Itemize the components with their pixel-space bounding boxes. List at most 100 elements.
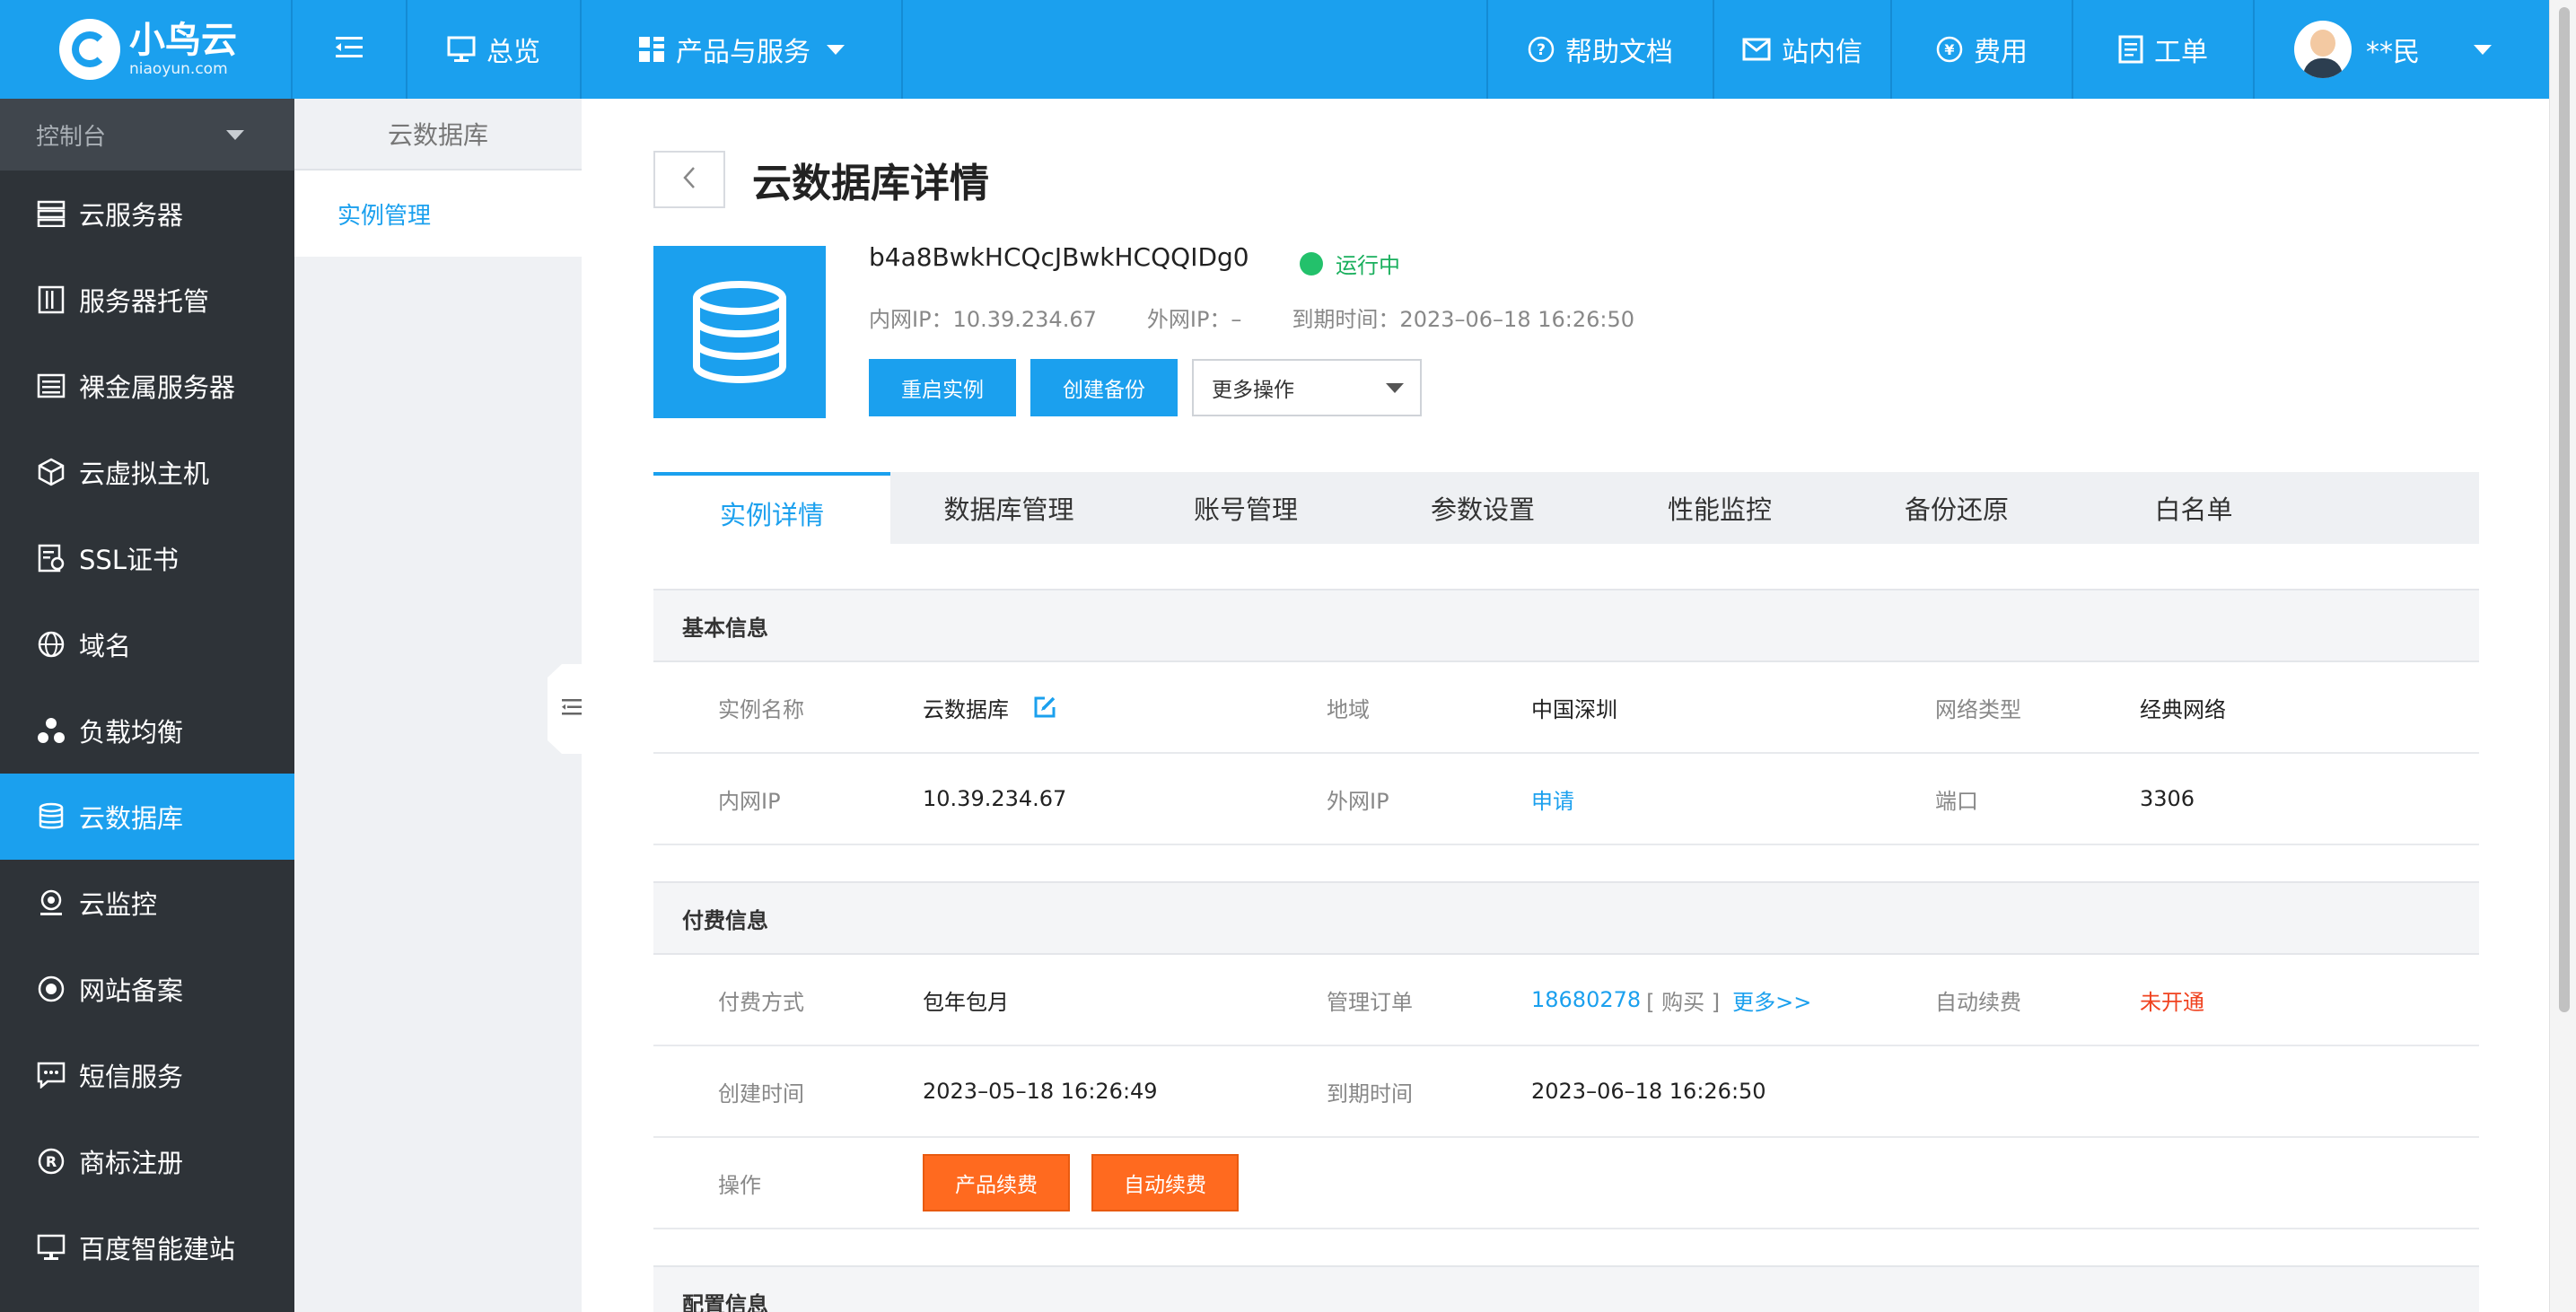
nav-products-dropdown[interactable]: 产品与服务 [582,0,903,99]
sub-item-instance-management[interactable]: 实例管理 [294,171,582,257]
operation-label: 操作 [718,1172,761,1198]
apply-public-ip-link[interactable]: 申请 [1531,783,1574,815]
site-builder-icon [36,1232,66,1263]
config-info-section: 配置信息 [653,1265,2479,1312]
cube-icon [36,457,66,487]
meta-intranet-ip: 内网IP：10.39.234.67 [869,307,1097,332]
nav-messages[interactable]: 站内信 [1714,0,1892,99]
page-title: 云数据库详情 [752,161,989,206]
basic-info-section: 基本信息 实例名称 云数据库 地域 中国深圳 网络类型 经典网络 内网IP 10… [653,589,2479,845]
more-actions-label: 更多操作 [1212,379,1294,402]
sub-sidebar-collapse-handle[interactable] [548,664,583,754]
tab-account-management[interactable]: 账号管理 [1127,472,1364,544]
sidebar-item-database[interactable]: 云数据库 [0,774,294,860]
menu-collapse-icon [336,34,363,66]
table-row: 操作 产品续费 自动续费 [653,1138,2479,1229]
instance-actions: 重启实例 创建备份 更多操作 [869,359,1422,416]
status-badge: 运行中 [1300,248,1400,279]
trademark-icon: R [36,1146,66,1176]
back-button[interactable] [653,151,725,208]
chevron-down-icon [1386,382,1404,393]
nav-overview[interactable]: 总览 [407,0,582,99]
status-label: 运行中 [1336,253,1400,278]
table-row: 付费方式 包年包月 管理订单 18680278 [ 购买 ] 更多>> 自动续费… [653,955,2479,1046]
nav-tickets-label: 工单 [2154,37,2208,68]
edit-icon[interactable] [1032,695,1057,720]
tab-database-management[interactable]: 数据库管理 [890,472,1127,544]
expire-time-value: 2023–06–18 16:26:50 [1531,1079,1766,1104]
sidebar-item-load-balance[interactable]: 负载均衡 [0,687,294,774]
sidebar-item-monitor[interactable]: 云监控 [0,860,294,946]
sidebar-item-cube[interactable]: 云虚拟主机 [0,429,294,515]
table-row: 实例名称 云数据库 地域 中国深圳 网络类型 经典网络 [653,662,2479,754]
tab-backup-restore[interactable]: 备份还原 [1838,472,2075,544]
mail-icon [1742,38,1771,61]
more-actions-select[interactable]: 更多操作 [1192,359,1422,416]
sidebar-item-globe[interactable]: 域名 [0,601,294,687]
vertical-scrollbar[interactable] [2549,0,2576,1312]
tab-instance-details[interactable]: 实例详情 [653,472,890,546]
renew-product-button[interactable]: 产品续费 [923,1154,1070,1211]
instance-name-label: 实例名称 [718,696,804,722]
meta-public-ip: 外网IP：– [1146,307,1242,332]
sidebar-item-record[interactable]: 网站备案 [0,946,294,1032]
network-type-label: 网络类型 [1935,696,2021,722]
create-backup-button[interactable]: 创建备份 [1030,359,1178,416]
svg-text:?: ? [1537,41,1546,59]
console-label: 控制台 [36,123,107,151]
payment-method-value: 包年包月 [923,989,1009,1015]
sms-icon [36,1060,66,1090]
restart-instance-button[interactable]: 重启实例 [869,359,1016,416]
monitor-screen-icon [447,36,476,63]
certificate-icon [36,543,66,573]
record-icon [36,974,66,1004]
auto-renew-button[interactable]: 自动续费 [1091,1154,1239,1211]
billing-info-heading: 付费信息 [653,881,2479,955]
instance-id: b4a8BwkHCQcJBwkHCQQIDg0 [869,242,1249,272]
instance-meta: 内网IP：10.39.234.67 外网IP：– 到期时间：2023–06–18… [869,302,1685,333]
sidebar-item-server[interactable]: 云服务器 [0,171,294,257]
order-id-link[interactable]: 18680278 [1531,987,1641,1012]
tab-whitelist[interactable]: 白名单 [2075,472,2312,544]
port-value: 3306 [2140,786,2195,811]
svg-text:R: R [46,1153,57,1170]
tab-parameter-settings[interactable]: 参数设置 [1364,472,1601,544]
sidebar-item-site-builder[interactable]: 百度智能建站 [0,1204,294,1290]
sidebar-item-sms[interactable]: 短信服务 [0,1032,294,1118]
sidebar-item-certificate[interactable]: SSL证书 [0,515,294,601]
sidebar-item-label: 负载均衡 [79,717,184,748]
sidebar-item-label: 域名 [79,631,132,661]
sidebar-item-label: 短信服务 [79,1062,184,1092]
hosting-icon [36,284,66,315]
sidebar-item-label: 服务器托管 [79,286,210,317]
sidebar-item-hosting[interactable]: 服务器托管 [0,257,294,343]
user-name: **民 [2366,37,2420,68]
menu-toggle-button[interactable] [293,0,407,99]
created-time-value: 2023–05–18 16:26:49 [923,1079,1158,1104]
payment-method-label: 付费方式 [718,989,804,1015]
brand-logo[interactable]: 小鸟云 niaoyun.com [0,0,293,99]
order-buy-link[interactable]: [ 购买 ] [1646,984,1720,1016]
auto-renew-label: 自动续费 [1935,989,2021,1015]
bare-metal-icon [36,371,66,401]
nav-tickets[interactable]: 工单 [2073,0,2255,99]
nav-help-docs[interactable]: ? 帮助文档 [1488,0,1714,99]
basic-info-heading: 基本信息 [653,589,2479,662]
console-dropdown[interactable]: 控制台 [0,99,294,171]
chevron-down-icon [226,129,244,140]
created-time-label: 创建时间 [718,1080,804,1106]
auto-renew-status: 未开通 [2140,989,2204,1015]
scrollbar-thumb[interactable] [2559,7,2570,1012]
document-icon [2118,35,2143,64]
nav-messages-label: 站内信 [1782,37,1862,68]
sidebar-item-bare-metal[interactable]: 裸金属服务器 [0,343,294,429]
expire-time-label: 到期时间 [1327,1080,1413,1106]
chevron-down-icon [827,44,845,55]
main-content: 云数据库详情 b4a8BwkHCQcJBwkHCQQIDg0 运行中 内网IP：… [582,99,2549,1312]
tab-performance-monitoring[interactable]: 性能监控 [1601,472,1838,544]
manage-order-label: 管理订单 [1327,989,1413,1015]
order-more-link[interactable]: 更多>> [1732,984,1811,1016]
user-menu[interactable]: **民 [2255,0,2549,99]
nav-fees[interactable]: ¥ 费用 [1892,0,2073,99]
sidebar-item-trademark[interactable]: R 商标注册 [0,1118,294,1204]
